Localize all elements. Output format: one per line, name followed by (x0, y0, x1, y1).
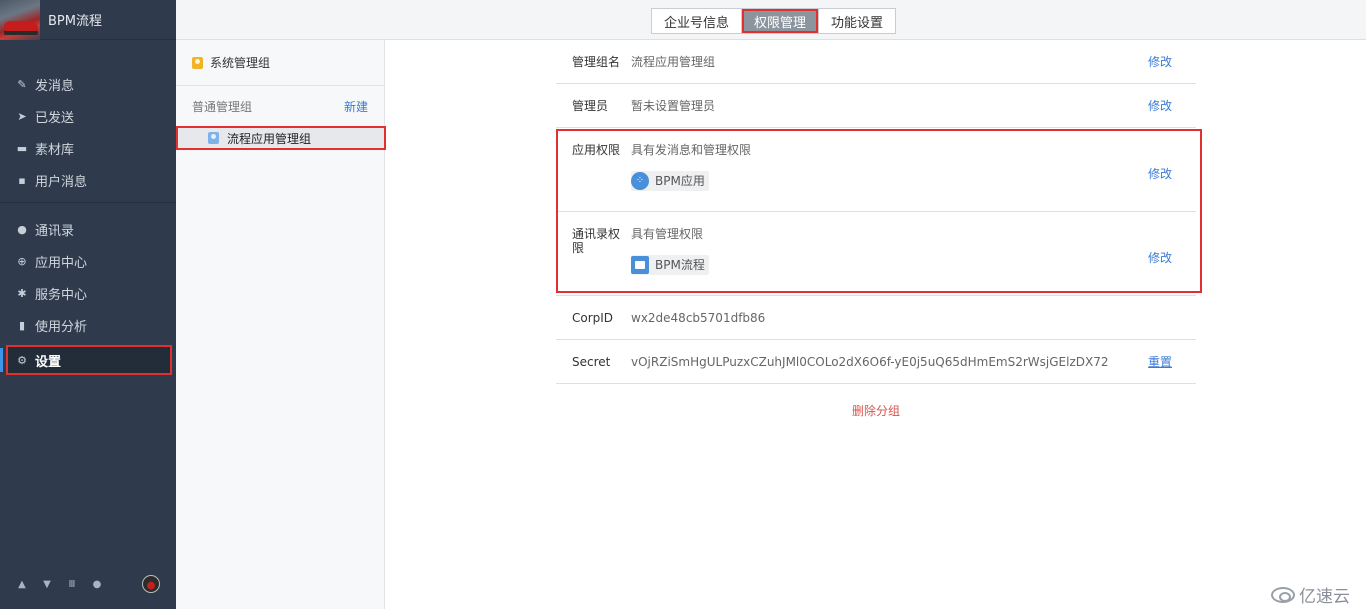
chip-label: BPM流程 (655, 258, 705, 272)
chip-label: BPM应用 (655, 174, 705, 188)
cart-icon[interactable]: ▼ (41, 579, 53, 590)
department-chip: BPM流程 (631, 255, 709, 275)
group-item[interactable]: 流程应用管理组 (176, 126, 386, 150)
user-icon (192, 56, 203, 69)
row-contact-permission: 通讯录权限 具有管理权限 BPM流程 修改 (556, 212, 1196, 296)
sidebar-item-settings[interactable]: ⚙ 设置 (6, 345, 172, 375)
sidebar-item-label: 服务中心 (35, 287, 88, 303)
home-icon[interactable]: ▲ (16, 579, 28, 590)
group-detail: 管理组名 流程应用管理组 修改 管理员 暂未设置管理员 修改 应用权限 具有发消… (556, 40, 1196, 419)
row-secret: Secret vOjRZiSmHgULPuzxCZuhJMl0COLo2dX6O… (556, 340, 1196, 384)
bar-chart-icon: ▮ (18, 318, 26, 332)
tab-permission-management[interactable]: 权限管理 (742, 9, 820, 33)
sidebar-item-label: 应用中心 (35, 255, 88, 271)
sidebar-item-label: 已发送 (35, 110, 75, 126)
row-corpid: CorpID wx2de48cb5701dfb86 (556, 296, 1196, 340)
tab-feature-settings[interactable]: 功能设置 (819, 9, 895, 33)
sidebar-item-user-messages[interactable]: ▪ 用户消息 (0, 164, 176, 196)
tab-bar: 企业号信息 权限管理 功能设置 (651, 8, 897, 34)
row-value-block: 具有发消息和管理权限 ⁘ BPM应用 (631, 143, 1196, 211)
system-admin-group[interactable]: 系统管理组 (176, 40, 384, 86)
service-icon: ✱ (17, 286, 27, 300)
row-label: 管理组名 (572, 55, 621, 69)
avatar[interactable] (142, 575, 160, 593)
row-label: CorpID (572, 310, 614, 325)
sidebar-item-label: 发消息 (35, 78, 75, 94)
sidebar-item-label: 使用分析 (35, 319, 88, 335)
app-center-icon: ⊕ (17, 254, 27, 268)
pencil-icon: ✎ (17, 77, 27, 91)
cloud-icon (1271, 586, 1295, 603)
row-value: 具有管理权限 (631, 227, 704, 241)
delete-group-link[interactable]: 删除分组 (556, 402, 1196, 419)
tab-enterprise-info[interactable]: 企业号信息 (652, 9, 743, 33)
row-label: 管理员 (572, 99, 609, 113)
gear-icon: ⚙ (17, 353, 27, 367)
sidebar-item-label: 用户消息 (35, 174, 88, 190)
nav-group-management: ● 通讯录 ⊕ 应用中心 ✱ 服务中心 ▮ 使用分析 ⚙ 设置 (0, 203, 176, 385)
row-label: Secret (572, 354, 611, 369)
edit-app-permission-link[interactable]: 修改 (1148, 165, 1172, 182)
nav-group-messages: ✎ 发消息 ➤ 已发送 ▬ 素材库 ▪ 用户消息 (0, 40, 176, 203)
send-icon: ➤ (17, 109, 27, 123)
row-value: vOjRZiSmHgULPuzxCZuhJMl0COLo2dX6O6f-yE0j… (631, 354, 1109, 369)
brand-name: BPM流程 (48, 14, 102, 29)
contacts-icon: ● (17, 222, 27, 236)
app-icon: ⁘ (631, 172, 649, 190)
row-value: wx2de48cb5701dfb86 (631, 310, 766, 325)
group-panel: 系统管理组 普通管理组 新建 流程应用管理组 (176, 40, 386, 609)
new-group-link[interactable]: 新建 (344, 98, 368, 115)
help-icon[interactable]: ● (91, 579, 103, 590)
sidebar-item-usage-analysis[interactable]: ▮ 使用分析 (0, 309, 176, 341)
row-group-name: 管理组名 流程应用管理组 修改 (556, 40, 1196, 84)
sidebar-footer: ▲ ▼ Ⅲ ● (0, 571, 176, 597)
watermark: 亿速云 (1271, 582, 1350, 607)
book-icon[interactable]: Ⅲ (66, 579, 78, 590)
brand-logo (0, 0, 40, 40)
brand[interactable]: BPM流程 (0, 0, 176, 40)
row-value: 流程应用管理组 (631, 55, 716, 69)
sidebar-item-app-center[interactable]: ⊕ 应用中心 (0, 245, 176, 277)
chat-icon: ▪ (18, 173, 26, 187)
group-item-label: 流程应用管理组 (227, 131, 312, 146)
row-admin: 管理员 暂未设置管理员 修改 (556, 84, 1196, 128)
reset-secret-link[interactable]: 重置 (1148, 353, 1172, 370)
sidebar-item-label: 素材库 (35, 142, 75, 158)
sidebar-item-label: 设置 (35, 354, 62, 370)
row-value: 具有发消息和管理权限 (631, 143, 752, 157)
row-label: 通讯录权限 (572, 227, 621, 255)
normal-group-title: 普通管理组 (192, 99, 253, 114)
folder-icon (631, 256, 649, 274)
app-root: BPM流程 ✎ 发消息 ➤ 已发送 ▬ 素材库 ▪ 用户消息 ● 通讯录 ⊕ 应用中心 ✱ 服… (0, 0, 1366, 609)
app-chip: ⁘ BPM应用 (631, 171, 709, 191)
sidebar: BPM流程 ✎ 发消息 ➤ 已发送 ▬ 素材库 ▪ 用户消息 ● 通讯录 ⊕ 应用中心 ✱ 服… (0, 0, 176, 609)
sidebar-item-sent[interactable]: ➤ 已发送 (0, 100, 176, 132)
sidebar-item-contacts[interactable]: ● 通讯录 (0, 213, 176, 245)
edit-admin-link[interactable]: 修改 (1148, 97, 1172, 114)
sidebar-item-send-message[interactable]: ✎ 发消息 (0, 68, 176, 100)
sidebar-item-service-center[interactable]: ✱ 服务中心 (0, 277, 176, 309)
sidebar-item-materials[interactable]: ▬ 素材库 (0, 132, 176, 164)
normal-group-header: 普通管理组 新建 (176, 86, 384, 126)
row-app-permission: 应用权限 具有发消息和管理权限 ⁘ BPM应用 修改 (556, 128, 1196, 212)
user-icon (208, 132, 219, 144)
system-group-label: 系统管理组 (210, 56, 271, 70)
edit-contact-permission-link[interactable]: 修改 (1148, 249, 1172, 266)
folder-icon: ▬ (16, 141, 28, 155)
top-bar: 企业号信息 权限管理 功能设置 (176, 0, 1366, 40)
row-value-block: 具有管理权限 BPM流程 (631, 227, 1196, 295)
sidebar-item-label: 通讯录 (35, 223, 75, 239)
row-value: 暂未设置管理员 (631, 99, 716, 113)
watermark-text: 亿速云 (1299, 587, 1350, 607)
edit-group-name-link[interactable]: 修改 (1148, 53, 1172, 70)
row-label: 应用权限 (572, 143, 621, 157)
